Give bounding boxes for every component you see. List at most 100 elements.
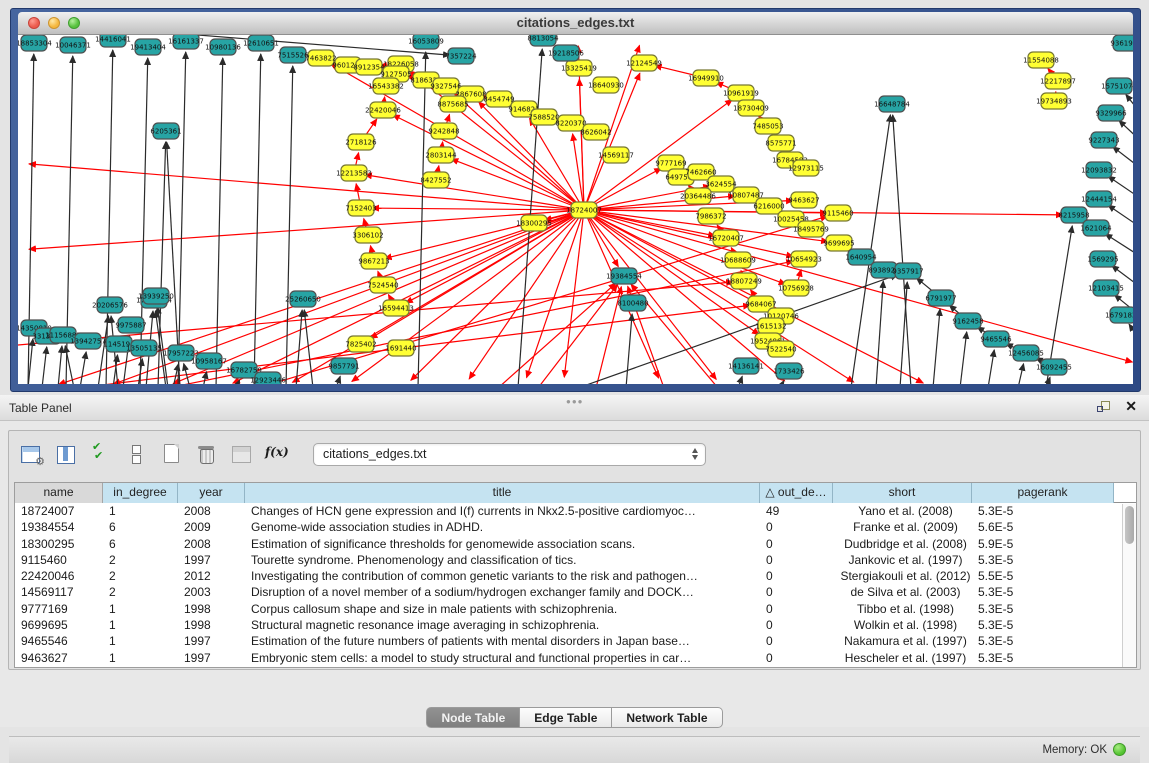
graph-edge[interactable] [1119, 121, 1133, 143]
graph-edge[interactable] [411, 210, 584, 380]
clear-selection-icon[interactable] [124, 443, 150, 465]
graph-edge[interactable] [626, 314, 632, 384]
graph-edge[interactable] [286, 66, 293, 384]
column-header[interactable]: in_degree [103, 483, 178, 503]
table-tab-bar: Node TableEdge TableNetwork Table [9, 707, 1140, 728]
graph-edge[interactable] [418, 52, 426, 384]
graph-node-label: 12444154 [1081, 196, 1117, 204]
table-row[interactable]: 946554611997Estimation of the future num… [15, 633, 1136, 649]
table-row[interactable]: 1830029562008Estimation of significance … [15, 536, 1136, 552]
citation-network-graph[interactable]: 1872400718300295746382296012308912354182… [18, 35, 1133, 384]
graph-edge[interactable] [296, 310, 302, 384]
graph-node-label: 1569295 [1087, 256, 1118, 264]
scrollbar-thumb[interactable] [1125, 506, 1134, 544]
table-cell: 5.3E-5 [972, 584, 1114, 600]
table-row[interactable]: 1456911722003Disruption of a novel membe… [15, 584, 1136, 600]
new-document-icon[interactable] [159, 443, 185, 465]
graph-edge[interactable] [178, 52, 186, 384]
graph-edge[interactable] [1018, 364, 1024, 384]
delete-table-icon[interactable] [194, 443, 220, 465]
table-cell: Hescheler et al. (1997) [833, 650, 972, 666]
graph-edge[interactable] [780, 381, 784, 384]
table-select-dropdown[interactable]: citations_edges.txt [313, 443, 706, 466]
table-row[interactable]: 1938455462009Genome-wide association stu… [15, 519, 1136, 535]
function-builder-icon[interactable] [264, 443, 290, 465]
graph-edge[interactable] [254, 54, 261, 384]
graph-edge[interactable] [203, 372, 207, 384]
graph-edge[interactable] [933, 309, 940, 384]
graph-edge[interactable] [372, 208, 584, 210]
float-panel-icon[interactable] [1097, 401, 1111, 415]
graph-edge[interactable] [876, 281, 883, 384]
graph-edge[interactable] [29, 164, 584, 210]
graph-edge[interactable] [1129, 324, 1133, 345]
table-cell: Genome-wide association studies in ADHD. [245, 519, 760, 535]
column-header[interactable]: △ out_de… [760, 483, 833, 503]
graph-edge[interactable] [451, 159, 584, 210]
graph-node-label: 14569117 [598, 152, 634, 160]
graph-edge[interactable] [960, 332, 967, 384]
graph-edge[interactable] [900, 282, 907, 384]
table-cell: Estimation of the future numbers of pati… [245, 633, 760, 649]
graph-edge[interactable] [352, 210, 584, 381]
table-panel: Table Panel ●●● ✕ citations_edges.txt na… [0, 395, 1149, 727]
graph-node-label: 18724007 [566, 207, 602, 215]
show-columns-icon[interactable] [54, 443, 80, 465]
graph-node-label: 9463627 [788, 197, 819, 205]
graph-node-label: 7485053 [752, 123, 783, 131]
table-cell: 1998 [178, 617, 245, 633]
table-cell: Yano et al. (2008) [833, 503, 972, 519]
graph-node-label: 13942757 [70, 338, 106, 346]
column-header[interactable]: pagerank [972, 483, 1114, 503]
graph-edge[interactable] [140, 58, 148, 384]
column-header[interactable]: title [245, 483, 760, 503]
network-window: citations_edges.txt 18724007183002957463… [10, 8, 1141, 392]
table-cell: 0 [760, 601, 833, 617]
graph-node-label: 8626042 [580, 129, 611, 137]
graph-node-label: 16092455 [1036, 364, 1072, 372]
column-header[interactable]: short [833, 483, 972, 503]
graph-edge[interactable] [1126, 95, 1133, 116]
graph-edge[interactable] [738, 376, 742, 384]
tab-node-table[interactable]: Node Table [426, 707, 520, 728]
vertical-scrollbar[interactable] [1122, 504, 1136, 667]
table-row[interactable]: 1872400712008Changes of HCN gene express… [15, 503, 1136, 519]
table-row[interactable]: 911546021997Tourette syndrome. Phenomeno… [15, 552, 1136, 568]
window-titlebar[interactable]: citations_edges.txt [18, 12, 1133, 35]
table-cell: Franke et al. (2009) [833, 519, 972, 535]
table-row[interactable]: 969969511998Structural magnetic resonanc… [15, 617, 1136, 633]
import-table-icon[interactable] [229, 443, 255, 465]
table-cell: 5.5E-5 [972, 568, 1114, 584]
close-panel-icon[interactable]: ✕ [1125, 398, 1137, 415]
tab-edge-table[interactable]: Edge Table [520, 707, 612, 728]
graph-edge[interactable] [1108, 205, 1133, 229]
table-row[interactable]: 2242004622012Investigating the contribut… [15, 568, 1136, 584]
table-cell: 0 [760, 633, 833, 649]
table-cell: Jankovic et al. (1997) [833, 552, 972, 568]
graph-edge[interactable] [988, 350, 994, 384]
table-settings-icon[interactable] [19, 443, 45, 465]
graph-edge[interactable] [42, 347, 47, 384]
table-row[interactable]: 977716911998Corpus callosum shape and si… [15, 601, 1136, 617]
table-cell: 1997 [178, 552, 245, 568]
select-all-icon[interactable] [89, 443, 115, 465]
network-canvas[interactable]: 1872400718300295746382296012308912354182… [18, 35, 1133, 384]
graph-edge[interactable] [216, 58, 223, 384]
graph-node-label: 7152403 [345, 205, 376, 213]
column-header[interactable]: name [15, 483, 103, 503]
graph-edge[interactable] [893, 115, 911, 384]
graph-edge[interactable] [106, 50, 113, 384]
graph-node-label: 12923446 [250, 377, 286, 385]
table-cell: 1 [103, 503, 178, 519]
graph-edge[interactable] [336, 376, 340, 384]
graph-node-label: 9684067 [745, 301, 776, 309]
graph-edge[interactable] [58, 346, 62, 384]
table-row[interactable]: 946362711997Embryonic stem cells: a mode… [15, 650, 1136, 666]
graph-node-label: 10046371 [55, 42, 91, 50]
graph-node-label: 20364486 [680, 193, 716, 201]
graph-edge[interactable] [80, 352, 86, 384]
column-header[interactable]: year [178, 483, 245, 503]
tab-network-table[interactable]: Network Table [612, 707, 722, 728]
graph-node-label: 18300295 [516, 220, 552, 228]
panel-splitter-grip[interactable]: ●●● [566, 397, 584, 406]
